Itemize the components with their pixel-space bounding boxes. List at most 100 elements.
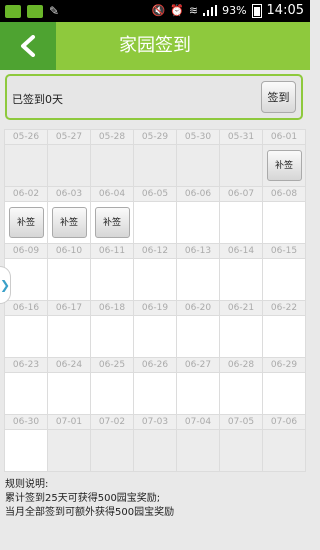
signal-icon [203,5,218,16]
rules-section: 规则说明: 累计签到25天可获得500园宝奖励; 当月全部签到可额外获得500园… [5,478,174,520]
checkin-panel: 已签到0天 签到 [5,74,303,120]
calendar-day-cell [262,315,306,358]
calendar-day-cell [262,429,306,472]
calendar-date-label: 05-29 [133,129,177,145]
calendar-slot-row: 补签 [4,144,306,187]
calendar-date-label: 06-06 [176,186,220,202]
calendar-date-label: 06-29 [262,357,306,373]
calendar-day-cell [176,258,220,301]
calendar-date-label: 06-02 [4,186,48,202]
makeup-checkin-button[interactable]: 补签 [266,150,302,181]
back-button[interactable] [0,22,56,70]
calendar-date-label: 05-26 [4,129,48,145]
calendar-slot-row [4,372,306,415]
calendar-day-cell [219,315,263,358]
calendar-date-label: 06-03 [47,186,91,202]
makeup-checkin-button[interactable]: 补签 [51,207,87,238]
notification-icons: ✎ [5,4,59,18]
calendar-day-cell [176,144,220,187]
calendar-date-label: 07-01 [47,414,91,430]
calendar-day-cell [219,429,263,472]
makeup-checkin-button[interactable]: 补签 [8,207,44,238]
alarm-icon: ⏰ [170,4,184,17]
calendar-day-cell: 补签 [47,201,91,244]
calendar-day-cell [4,429,48,472]
calendar-day-cell [47,258,91,301]
wifi-icon: ≋ [188,4,199,17]
calendar-day-cell [90,315,134,358]
calendar-date-row: 05-26 05-27 05-28 05-29 05-30 05-31 06-01 [4,129,306,145]
calendar-date-label: 06-05 [133,186,177,202]
calendar-day-cell [133,372,177,415]
calendar-date-label: 06-24 [47,357,91,373]
calendar-day-cell [133,258,177,301]
calendar-date-label: 06-01 [262,129,306,145]
calendar-day-cell [4,144,48,187]
calendar-day-cell [176,315,220,358]
calendar-day-cell [219,144,263,187]
calendar-day-cell: 补签 [90,201,134,244]
calendar-date-row: 06-30 07-01 07-02 07-03 07-04 07-05 07-06 [4,414,306,430]
calendar-day-cell [219,372,263,415]
calendar-date-label: 06-18 [90,300,134,316]
calendar-date-row: 06-16 06-17 06-18 06-19 06-20 06-21 06-22 [4,300,306,316]
clock: 14:05 [266,3,304,18]
calendar-date-row: 06-09 06-10 06-11 06-12 06-13 06-14 06-15 [4,243,306,259]
calendar-day-cell [262,372,306,415]
calendar-date-label: 06-07 [219,186,263,202]
calendar-date-label: 06-27 [176,357,220,373]
calendar-slot-row [4,429,306,472]
makeup-checkin-button[interactable]: 补签 [94,207,130,238]
calendar-date-label: 07-06 [262,414,306,430]
calendar-date-label: 06-14 [219,243,263,259]
calendar-day-cell: 补签 [262,144,306,187]
calendar-date-label: 05-30 [176,129,220,145]
page-title: 家园签到 [119,35,191,56]
calendar-date-row: 06-23 06-24 06-25 06-26 06-27 06-28 06-29 [4,357,306,373]
calendar-day-cell [219,201,263,244]
calendar-day-cell [4,372,48,415]
system-icons: 🔇 ⏰ ≋ 93% 14:05 [151,3,304,18]
calendar-date-label: 05-27 [47,129,91,145]
calendar-day-cell [4,315,48,358]
calendar-day-cell [90,258,134,301]
calendar-day-cell [47,429,91,472]
checkin-calendar: 05-26 05-27 05-28 05-29 05-30 05-31 06-01 补签 06-… [4,129,306,472]
calendar-day-cell [262,201,306,244]
calendar-date-label: 07-04 [176,414,220,430]
chevron-right-icon: ❯ [0,278,11,292]
calendar-day-cell [90,372,134,415]
calendar-date-label: 06-30 [4,414,48,430]
calendar-day-cell [90,429,134,472]
calendar-date-label: 06-09 [4,243,48,259]
calendar-date-label: 06-15 [262,243,306,259]
rules-line-2: 当月全部签到可额外获得500园宝奖励 [5,507,175,518]
checkin-status-text: 已签到0天 [12,93,63,106]
status-bar: ✎ 🔇 ⏰ ≋ 93% 14:05 [0,0,310,22]
mail-notification-icon [27,4,43,18]
calendar-date-label: 06-13 [176,243,220,259]
calendar-date-label: 06-25 [90,357,134,373]
calendar-slot-row [4,258,306,301]
calendar-date-label: 06-10 [47,243,91,259]
side-expand-tab[interactable]: ❯ [0,266,11,304]
calendar-day-cell: 补签 [4,201,48,244]
battery-icon [251,3,262,18]
checkin-button[interactable]: 签到 [261,81,296,113]
calendar-day-cell [176,201,220,244]
calendar-slot-row [4,315,306,358]
calendar-date-label: 07-02 [90,414,134,430]
calendar-date-label: 06-08 [262,186,306,202]
calendar-date-label: 06-12 [133,243,177,259]
calendar-date-label: 07-03 [133,414,177,430]
calendar-day-cell [47,144,91,187]
calendar-day-cell [133,144,177,187]
calendar-date-label: 07-05 [219,414,263,430]
calendar-day-cell [133,429,177,472]
calendar-date-row: 06-02 06-03 06-04 06-05 06-06 06-07 06-08 [4,186,306,202]
calendar-date-label: 06-23 [4,357,48,373]
calendar-date-label: 06-16 [4,300,48,316]
rules-title: 规则说明: [5,479,49,490]
calendar-date-label: 06-26 [133,357,177,373]
app-notification-icon [5,4,21,18]
